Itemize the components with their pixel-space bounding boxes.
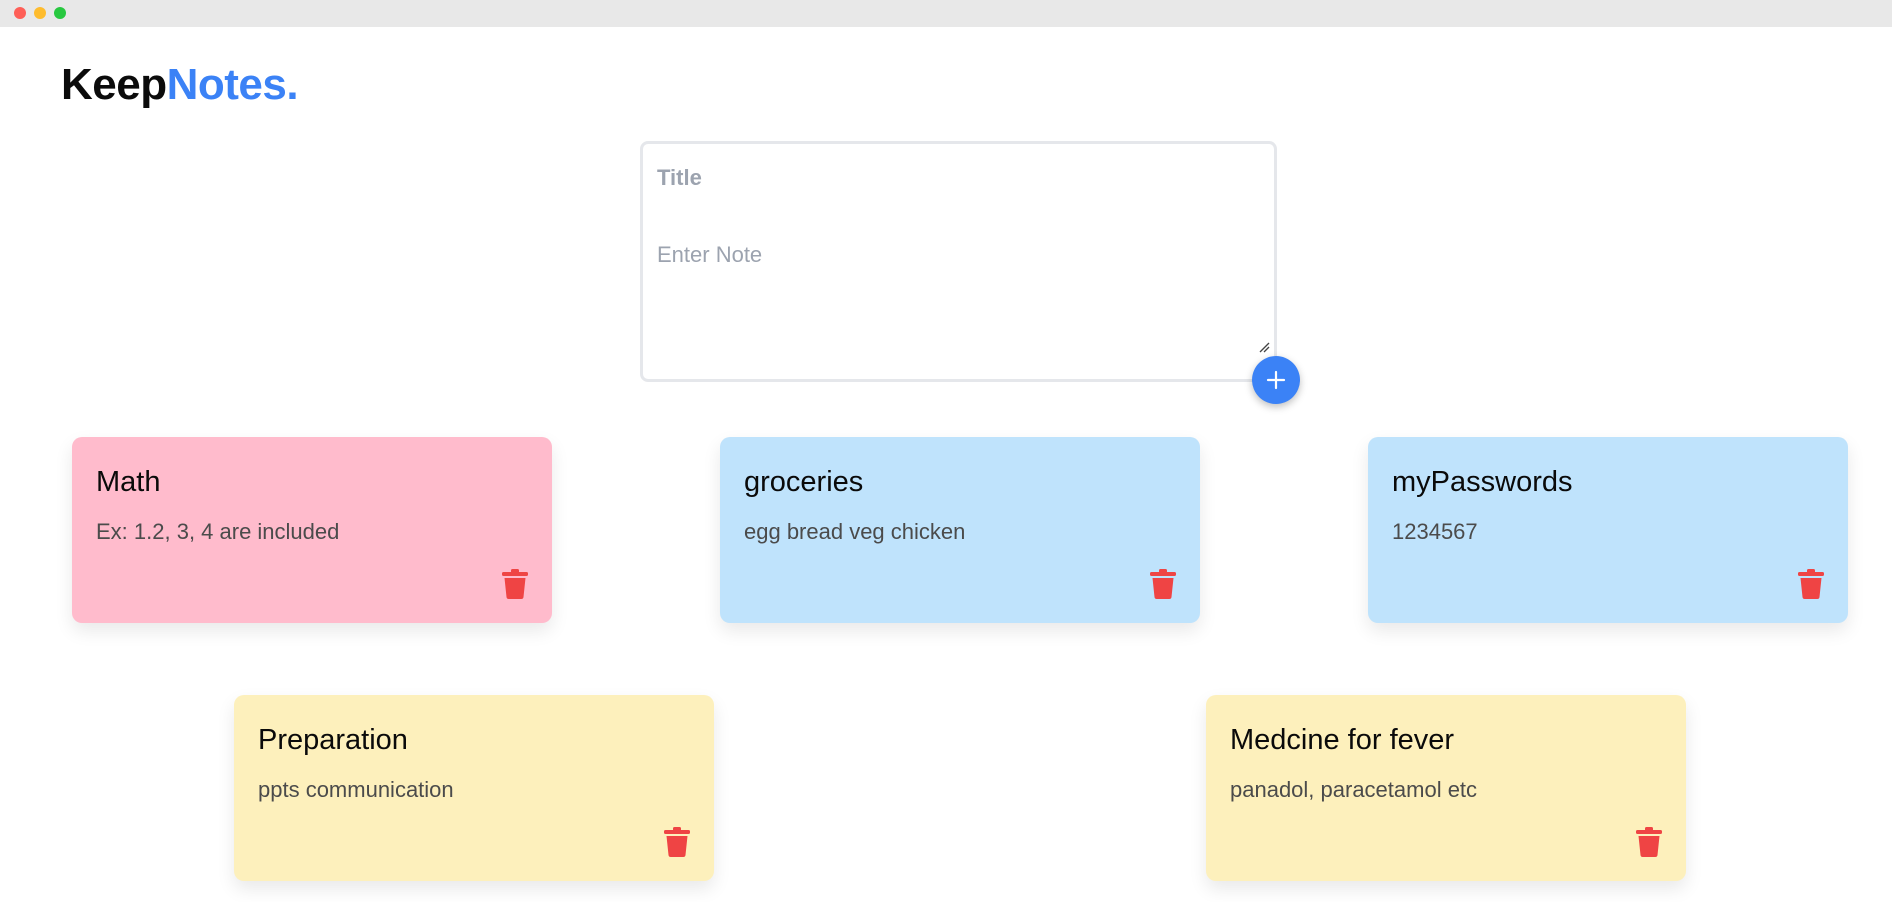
note-card: Math Ex: 1.2, 3, 4 are included bbox=[72, 437, 552, 623]
note-card: groceries egg bread veg chicken bbox=[720, 437, 1200, 623]
note-body: ppts communication bbox=[258, 777, 454, 802]
note-card: Preparation ppts communication bbox=[234, 695, 714, 881]
minimize-window-button[interactable] bbox=[34, 7, 46, 19]
note-title: Medcine for fever bbox=[1230, 724, 1455, 756]
app-logo: KeepNotes. bbox=[61, 60, 299, 110]
note-card: myPasswords 1234567 bbox=[1368, 437, 1848, 623]
note-input[interactable] bbox=[655, 240, 1259, 354]
trash-icon[interactable] bbox=[1798, 569, 1824, 599]
note-body: Ex: 1.2, 3, 4 are included bbox=[96, 519, 340, 544]
note-title: Math bbox=[96, 466, 161, 498]
note-body: panadol, paracetamol etc bbox=[1230, 777, 1478, 802]
maximize-window-button[interactable] bbox=[54, 7, 66, 19]
trash-icon[interactable] bbox=[502, 569, 528, 599]
logo-keep: Keep bbox=[61, 60, 167, 109]
note-body: egg bread veg chicken bbox=[744, 519, 966, 544]
close-window-button[interactable] bbox=[14, 7, 26, 19]
note-card: Medcine for fever panadol, paracetamol e… bbox=[1206, 695, 1686, 881]
plus-icon bbox=[1266, 370, 1286, 390]
note-title: myPasswords bbox=[1392, 466, 1573, 498]
logo-notes: Notes. bbox=[166, 60, 299, 109]
title-input[interactable] bbox=[655, 164, 1159, 192]
note-body: 1234567 bbox=[1392, 519, 1478, 544]
resize-handle-icon[interactable] bbox=[1258, 341, 1270, 353]
note-title: Preparation bbox=[258, 724, 408, 756]
note-composer bbox=[640, 141, 1277, 382]
trash-icon[interactable] bbox=[664, 827, 690, 857]
window-titlebar bbox=[0, 0, 1892, 27]
add-note-button[interactable] bbox=[1252, 356, 1300, 404]
trash-icon[interactable] bbox=[1150, 569, 1176, 599]
note-title: groceries bbox=[744, 466, 864, 498]
trash-icon[interactable] bbox=[1636, 827, 1662, 857]
